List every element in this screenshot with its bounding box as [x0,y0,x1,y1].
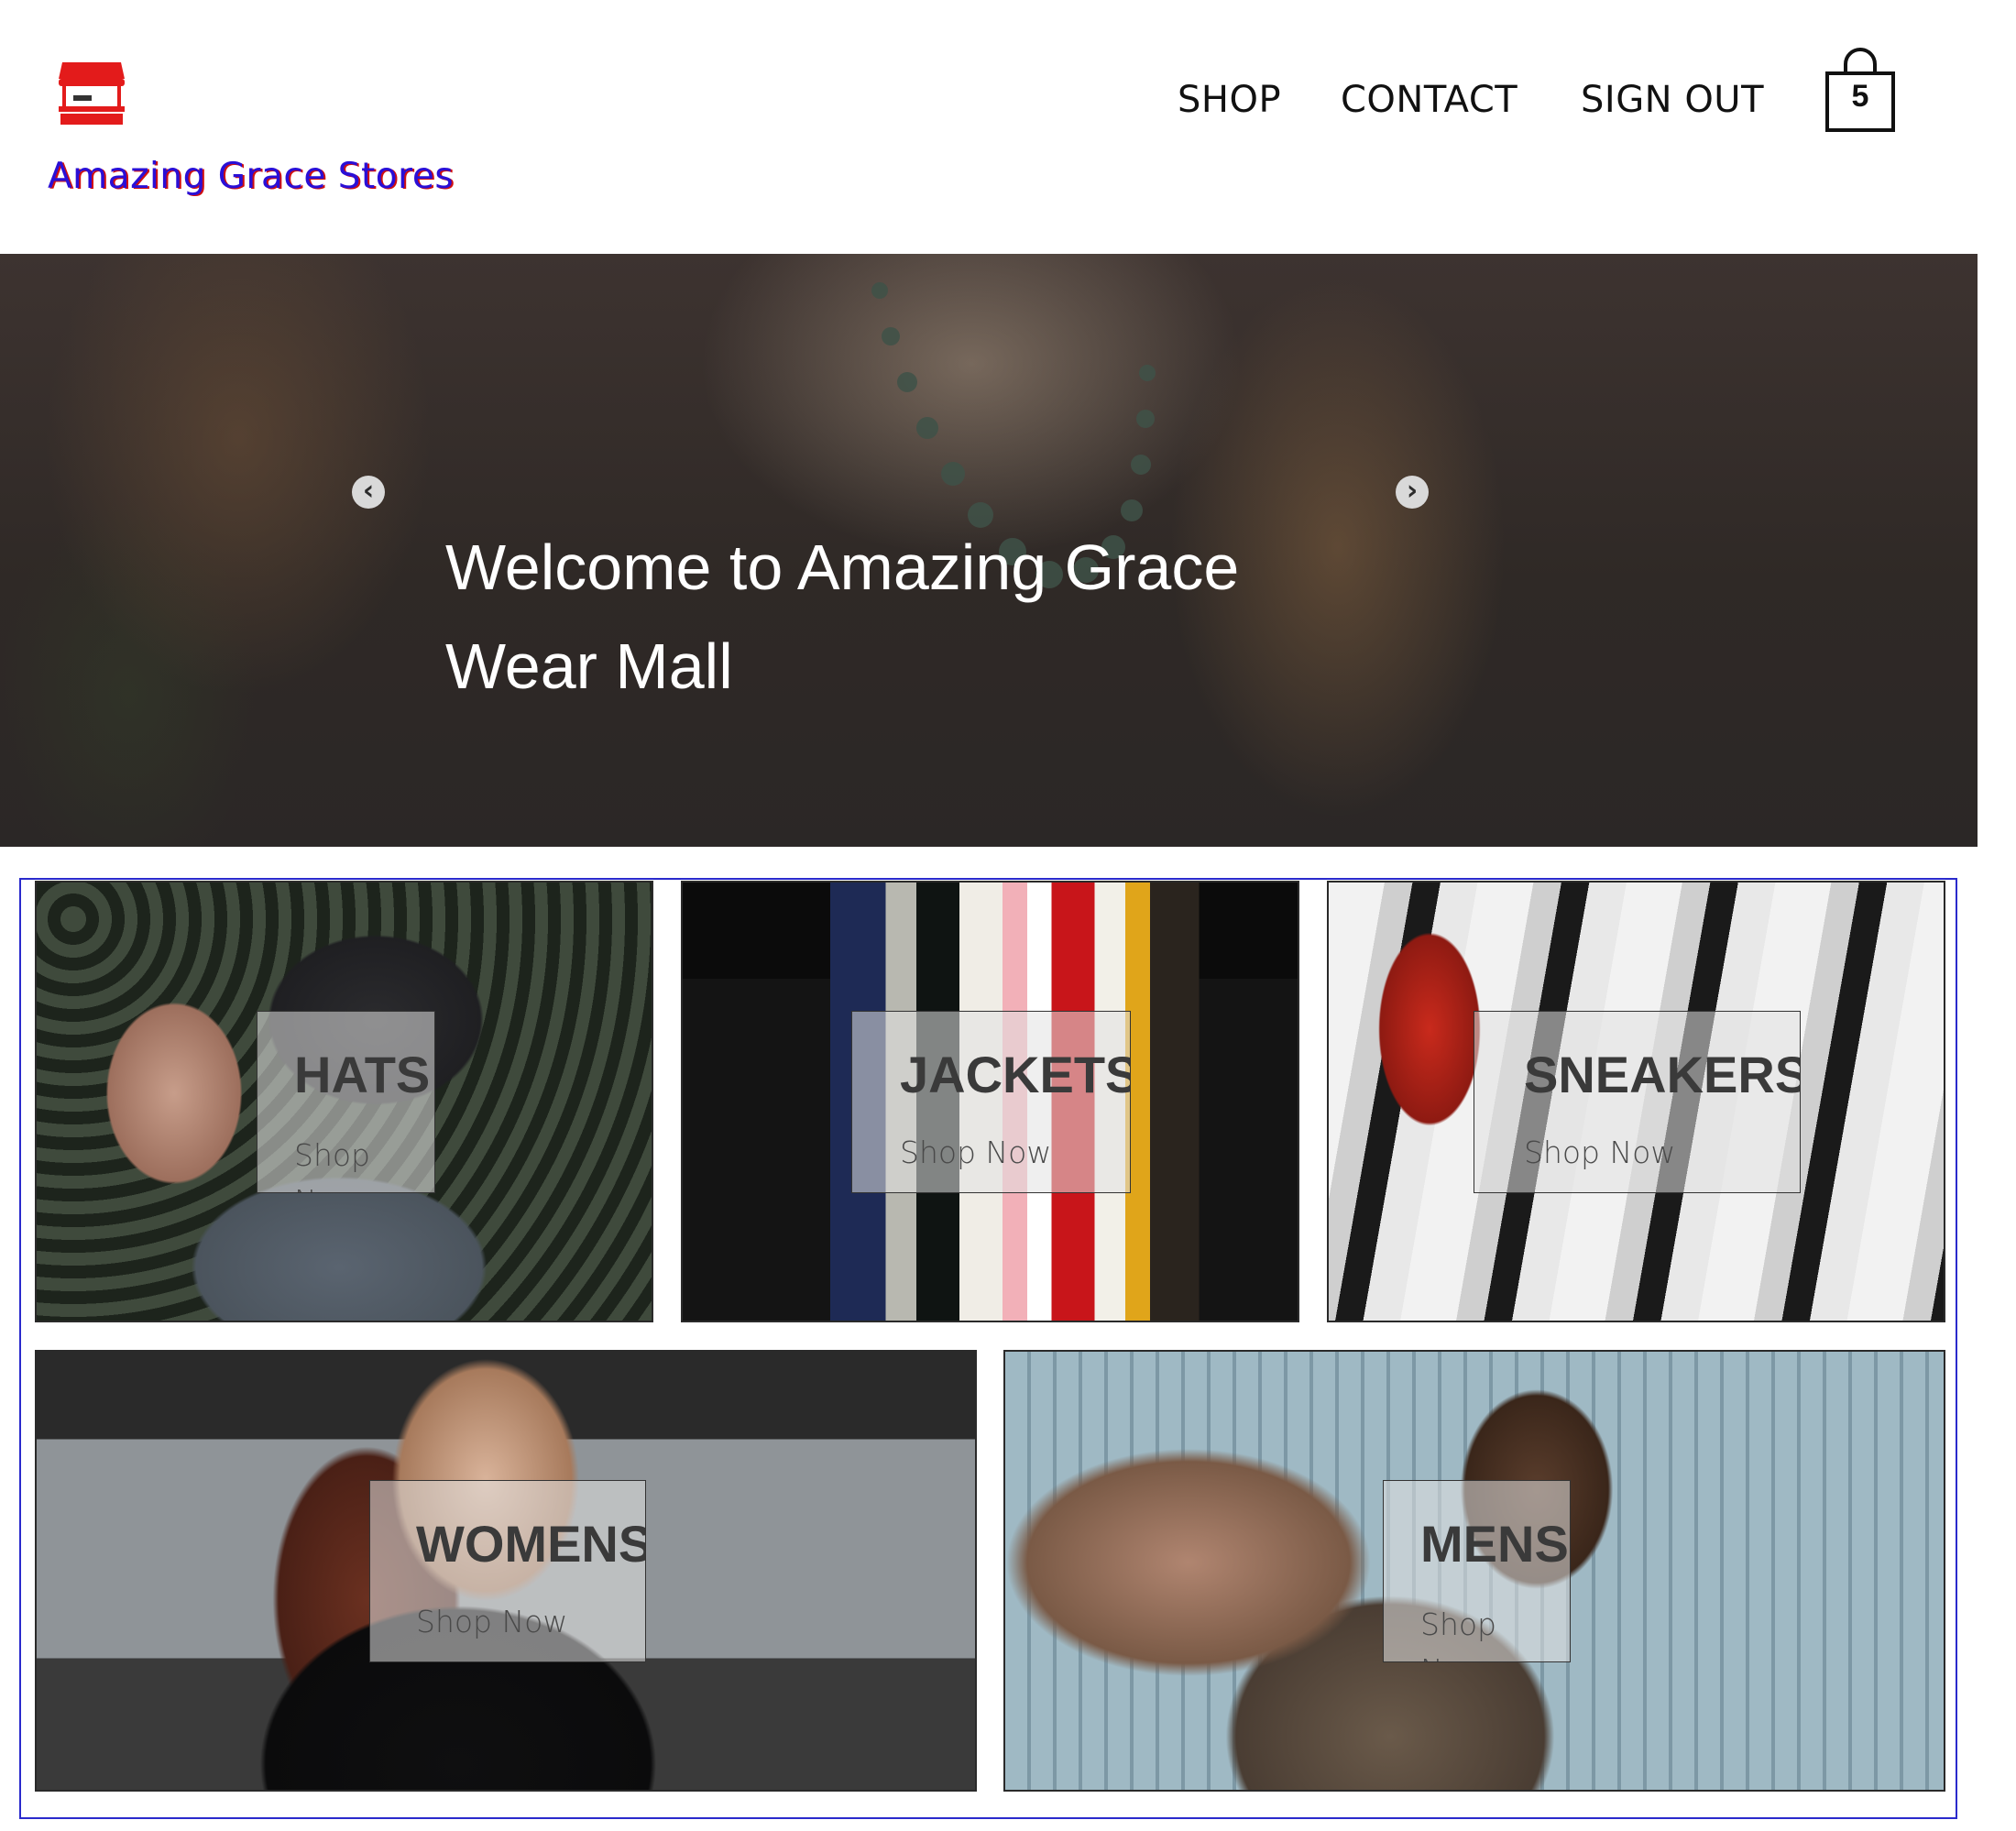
category-tile-jackets[interactable]: JACKETS Shop Now [681,881,1299,1322]
carousel-next-button[interactable]: › [1396,476,1429,509]
category-label-box: JACKETS Shop Now [851,1011,1131,1193]
store-icon[interactable] [57,57,126,126]
shop-now-link[interactable]: Shop Now [416,1604,567,1639]
shop-now-link[interactable]: Shop Now [900,1135,1051,1170]
shop-now-link[interactable]: Shop Now [1524,1135,1675,1170]
category-label-box: WOMENS Shop Now [369,1480,646,1662]
category-title: JACKETS [900,1046,1131,1103]
category-label-box: MENS Shop Now [1383,1480,1571,1662]
category-label-box: HATS Shop Now [257,1011,435,1193]
hero-carousel: ‹ › Welcome to Amazing Grace Wear Mall [0,254,1978,847]
nav-contact-link[interactable]: CONTACT [1341,79,1517,121]
category-title: WOMENS [416,1515,646,1573]
hero-title: Welcome to Amazing Grace Wear Mall [445,532,1240,702]
cart-button[interactable]: 5 [1824,46,1897,134]
carousel-prev-button[interactable]: ‹ [352,476,385,509]
category-tile-womens[interactable]: WOMENS Shop Now [35,1350,977,1792]
shop-now-link[interactable]: Shop Now [294,1133,404,1192]
category-label-box: SNEAKERS Shop Now [1474,1011,1801,1193]
shop-now-link[interactable]: Shop Now [1420,1602,1530,1661]
category-title: MENS [1420,1515,1569,1573]
site-header: Amazing Grace Stores SHOP CONTACT SIGN O… [0,0,2016,254]
cart-count-badge: 5 [1851,79,1869,114]
category-tile-sneakers[interactable]: SNEAKERS Shop Now [1327,881,1945,1322]
nav-shop-link[interactable]: SHOP [1178,79,1281,121]
category-tile-mens[interactable]: MENS Shop Now [1003,1350,1945,1792]
category-title: HATS [294,1046,431,1103]
brand-name[interactable]: Amazing Grace Stores [48,156,454,197]
category-tile-hats[interactable]: HATS Shop Now [35,881,653,1322]
category-title: SNEAKERS [1524,1046,1801,1103]
nav-sign-out-link[interactable]: SIGN OUT [1581,79,1764,121]
